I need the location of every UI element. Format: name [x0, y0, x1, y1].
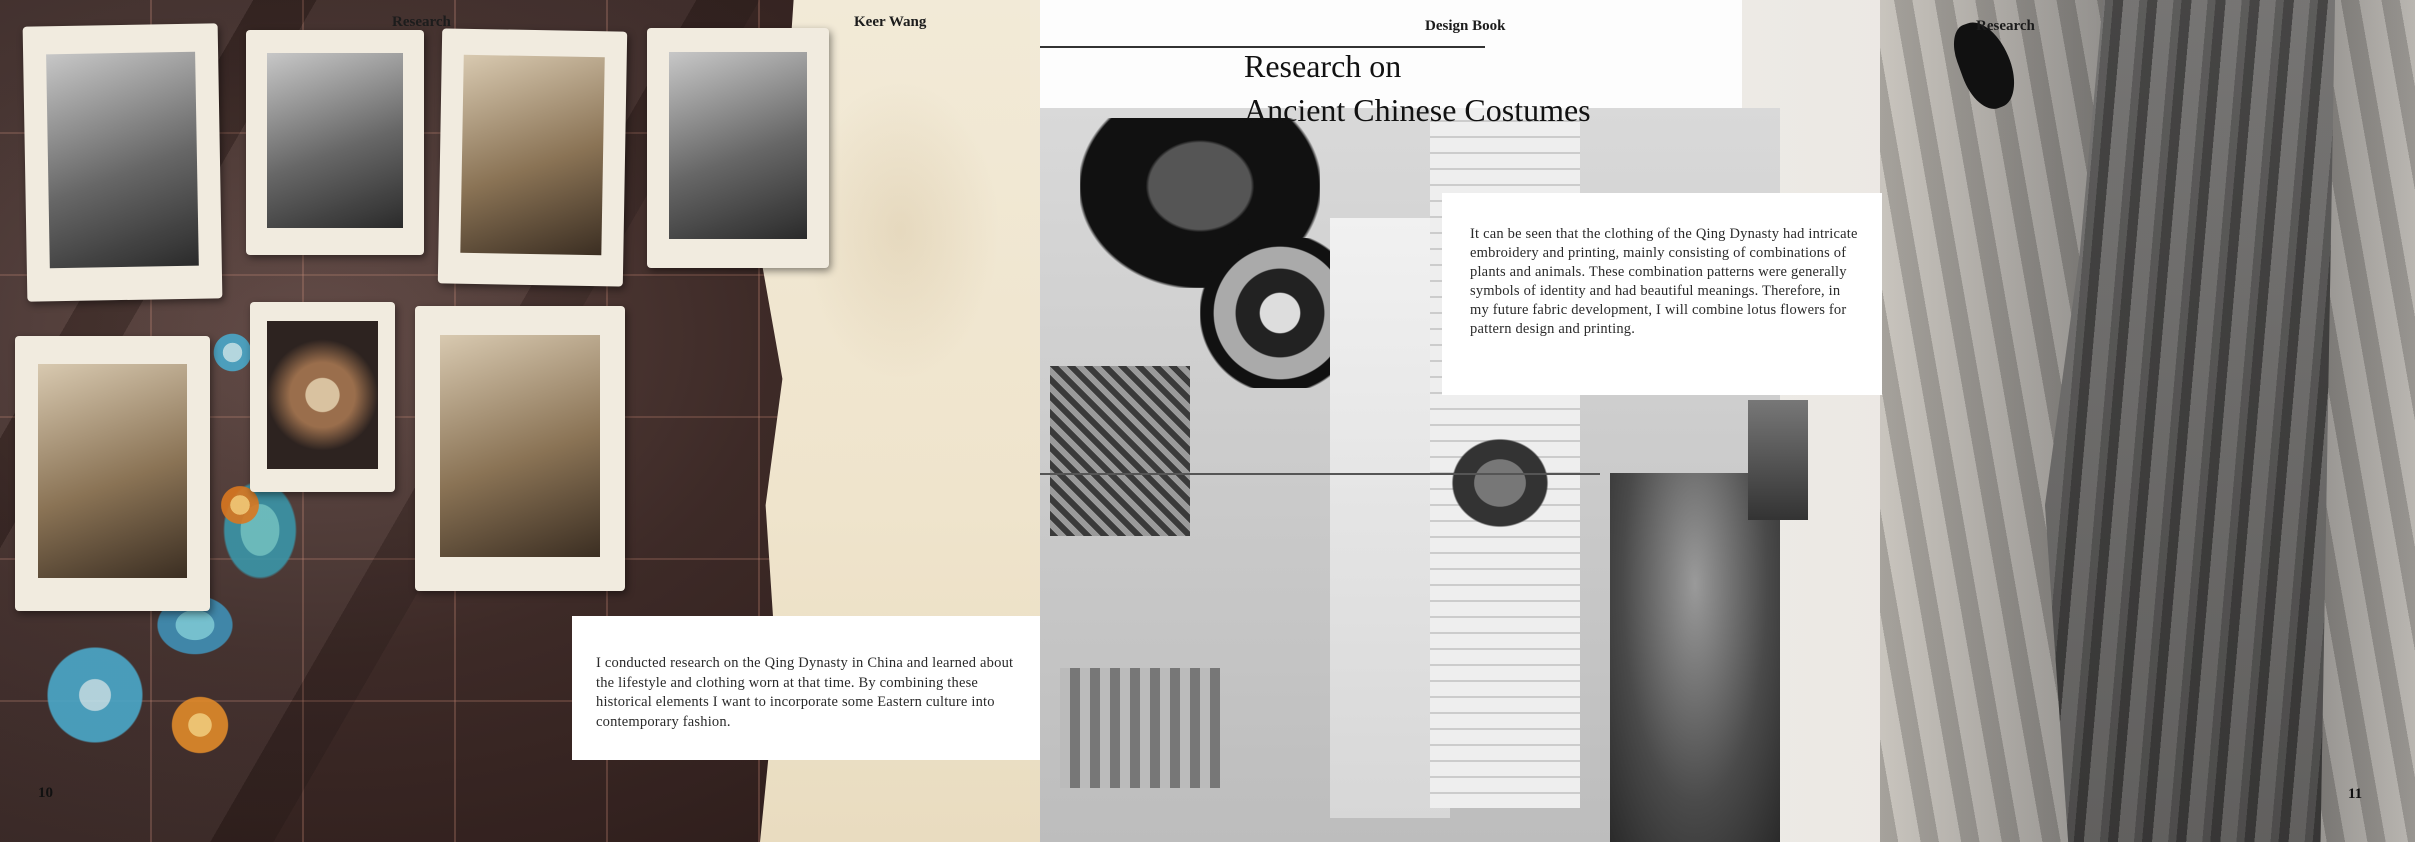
embroidery-small-flower	[210, 330, 255, 375]
photo-standing-woman	[415, 306, 625, 591]
header-book: Design Book	[1425, 18, 1506, 34]
analysis-textbox: It can be seen that the clothing of the …	[1442, 193, 1882, 395]
analysis-paragraph: It can be seen that the clothing of the …	[1470, 226, 1858, 337]
header-section-right: Research	[1976, 18, 2035, 34]
collage-embroidery-pattern	[1050, 366, 1190, 536]
page-title: Research on Ancient Chinese Costumes	[1244, 44, 1591, 132]
paper-stain	[800, 80, 1000, 380]
photo-embroidered-fan	[250, 302, 395, 492]
collage-room-photo	[1748, 400, 1808, 520]
collage-vest-drawing	[1440, 428, 1560, 538]
header-author: Keer Wang	[854, 14, 927, 30]
collage-thread-line	[1040, 473, 1600, 475]
right-page: Research on Ancient Chinese Costumes Des…	[1040, 0, 2415, 842]
embroidery-flower-orange	[165, 695, 235, 755]
intro-textbox: I conducted research on the Qing Dynasty…	[572, 616, 1040, 760]
collage-group-portrait	[1610, 473, 1780, 842]
intro-paragraph: I conducted research on the Qing Dynasty…	[596, 655, 1014, 730]
collage-stamp-pages	[1060, 668, 1220, 788]
photo-woman-headdress	[437, 28, 628, 287]
photo-scholars-room	[15, 336, 210, 611]
photo-palace-ruins	[647, 28, 829, 268]
left-page: Research Keer Wang I conducted research …	[0, 0, 1040, 842]
embroidery-flower-blue	[40, 640, 150, 750]
title-line-1: Research on	[1244, 48, 1402, 84]
header-section-left: Research	[392, 14, 451, 30]
photo-archway-ruins	[246, 30, 424, 255]
title-line-2: Ancient Chinese Costumes	[1244, 92, 1591, 128]
page-number-left: 10	[38, 785, 53, 801]
photo-two-children	[22, 23, 223, 302]
page-number-right: 11	[2348, 786, 2363, 802]
